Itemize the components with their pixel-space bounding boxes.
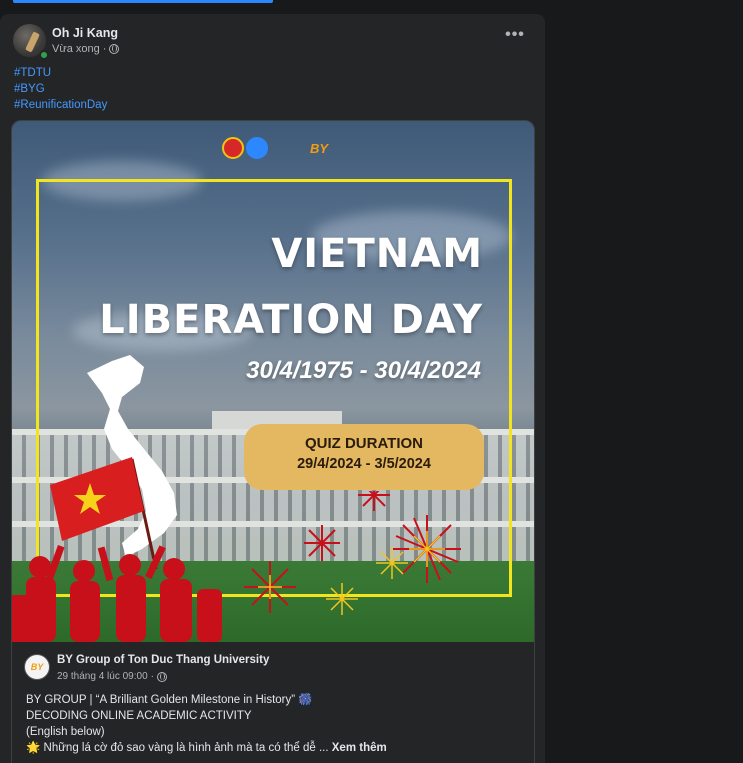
text-line: 🌟 Những lá cờ đỏ sao vàng là hình ảnh mà… <box>26 742 387 754</box>
crowd-silhouette <box>12 545 222 642</box>
organizer-logos: BY <box>222 137 328 159</box>
banner-date-range: 30/4/1975 - 30/4/2024 <box>246 357 481 384</box>
meta-separator: · <box>102 43 107 55</box>
author-name[interactable]: Oh Ji Kang <box>52 26 118 40</box>
banner-title-line1: VIETNAM <box>271 231 483 277</box>
student-association-logo <box>246 137 268 159</box>
globe-icon[interactable] <box>109 44 120 54</box>
post-meta: Vừa xong · <box>52 43 120 55</box>
text-line: (English below) <box>26 726 105 738</box>
post-card: Oh Ji Kang Vừa xong · ••• #TDTU #BYG #Re… <box>0 14 545 763</box>
shared-post-time[interactable]: 29 tháng 4 lúc 09:00 <box>57 671 148 682</box>
hashtag-link[interactable]: #TDTU <box>14 65 107 81</box>
page-name[interactable]: BY Group of Ton Duc Thang University <box>57 654 269 666</box>
hashtag-link[interactable]: #BYG <box>14 81 107 97</box>
post-header: Oh Ji Kang Vừa xong · ••• <box>13 24 535 60</box>
globe-icon[interactable] <box>156 671 167 682</box>
see-more-link[interactable]: Xem thêm <box>332 742 387 754</box>
loading-progress-bar <box>13 0 273 3</box>
shared-post-text: BY GROUP | “A Brilliant Golden Milestone… <box>26 692 524 756</box>
hashtag-link[interactable]: #ReunificationDay <box>14 97 107 113</box>
quiz-title: QUIZ DURATION <box>304 435 424 452</box>
shared-post-meta: 29 tháng 4 lúc 09:00 · <box>57 671 167 682</box>
banner-title-line2: LIBERATION DAY <box>99 297 483 343</box>
online-status-dot <box>39 50 49 60</box>
shared-post[interactable]: BY VIETNAM LIBERATION DAY 30/4/1975 - 30… <box>11 120 535 763</box>
sparkle-emoji-icon: 🌟 <box>26 742 41 754</box>
more-options-button[interactable]: ••• <box>501 27 529 48</box>
shared-post-image[interactable]: BY VIETNAM LIBERATION DAY 30/4/1975 - 30… <box>12 121 534 642</box>
text-line: DECODING ONLINE ACADEMIC ACTIVITY <box>26 710 252 722</box>
quiz-duration-badge: QUIZ DURATION 29/4/2024 - 3/5/2024 <box>244 424 484 490</box>
page-avatar[interactable]: BY <box>24 654 50 680</box>
text-line: BY GROUP | “A Brilliant Golden Milestone… <box>26 694 313 706</box>
meta-separator: · <box>150 671 154 682</box>
hashtag-list: #TDTU #BYG #ReunificationDay <box>14 65 107 113</box>
youth-union-logo <box>222 137 244 159</box>
shared-post-preview: BY BY Group of Ton Duc Thang University … <box>12 642 534 763</box>
fireworks-decoration <box>244 491 461 615</box>
quiz-dates: 29/4/2024 - 3/5/2024 <box>297 456 431 472</box>
by-group-logo: BY <box>310 140 329 156</box>
fireworks-emoji-icon: 🎆 <box>298 694 313 706</box>
post-time[interactable]: Vừa xong <box>52 43 100 55</box>
